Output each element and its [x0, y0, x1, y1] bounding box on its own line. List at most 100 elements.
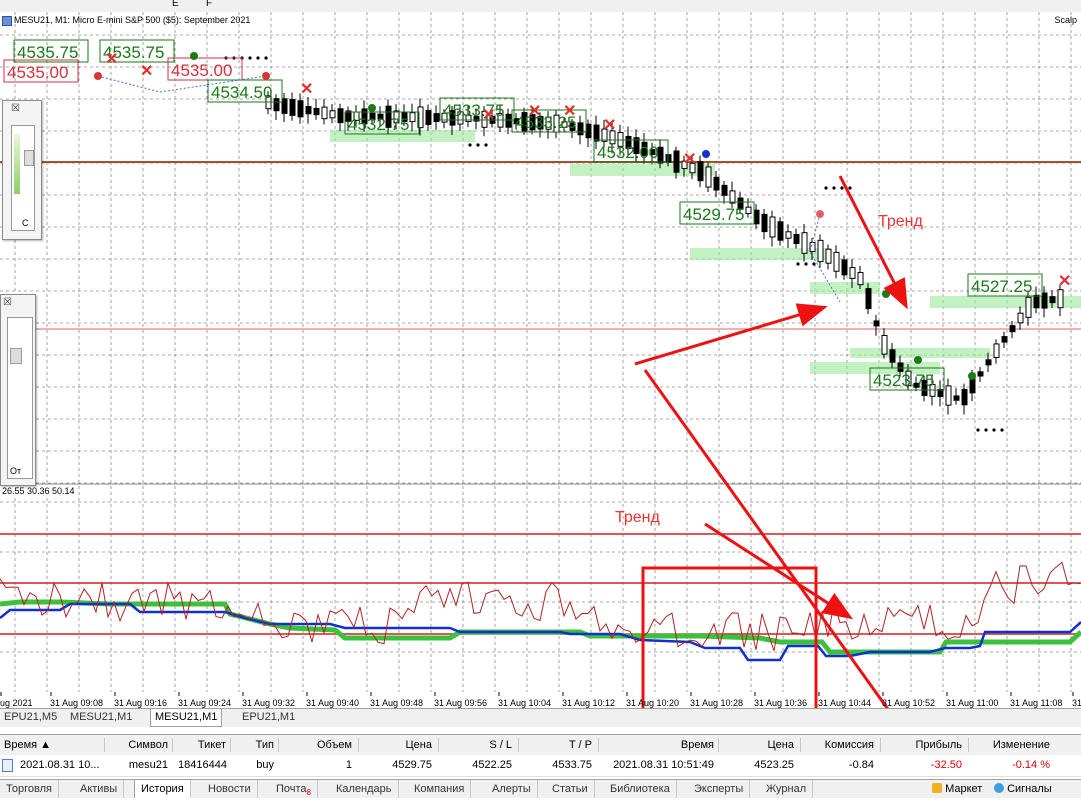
- market-button[interactable]: Маркет: [932, 780, 982, 798]
- price-label-text: 4535.75: [17, 43, 78, 62]
- tab-calendar[interactable]: Календарь: [330, 780, 399, 798]
- chart-title: MESU21, M1: Micro E-mini S&P 500 ($5): S…: [0, 12, 250, 28]
- cell-tp: 4533.75: [552, 759, 592, 771]
- floating-panel-top[interactable]: ☒ С: [2, 100, 42, 240]
- cell-ticket: 18416444: [178, 759, 227, 771]
- panel-truncated-label: От: [10, 466, 22, 476]
- candle: [761, 209, 768, 240]
- candle: [505, 108, 512, 135]
- tab-trade[interactable]: Торговля: [0, 780, 59, 798]
- panel-list[interactable]: С: [11, 125, 35, 231]
- column-header-close-time[interactable]: Время: [600, 735, 714, 755]
- tab-experts[interactable]: Эксперты: [688, 780, 751, 798]
- candle: [937, 380, 944, 407]
- candle: [321, 99, 328, 125]
- candle: [697, 155, 704, 188]
- expert-advisor-label: Scalp: [1054, 15, 1077, 25]
- price-label-box: 4529.75: [679, 201, 755, 225]
- panel-scrollbar-thumb[interactable]: [10, 348, 22, 364]
- chart-title-text: MESU21, M1: Micro E-mini S&P 500 ($5): S…: [14, 15, 251, 25]
- time-axis-label: 31 Aug 11:00: [946, 698, 998, 708]
- tab-news[interactable]: Новости: [202, 780, 258, 798]
- time-axis-label: 31 Aug 10:28: [690, 698, 743, 708]
- price-label-text: 4535.00: [7, 63, 68, 82]
- market-icon: [932, 783, 942, 793]
- signals-label: Сигналы: [1007, 783, 1052, 795]
- floating-panel-bottom[interactable]: ☒ От: [0, 294, 36, 486]
- tab-mail[interactable]: Почта8: [270, 780, 318, 798]
- price-chart[interactable]: 4535.75 4535.754535.00 4535.004534.504533.…: [0, 12, 1081, 708]
- candle: [785, 224, 792, 248]
- candle: [753, 204, 760, 230]
- column-header-type[interactable]: Тип: [232, 735, 274, 755]
- candle: [881, 328, 888, 359]
- candle: [281, 93, 288, 123]
- candle: [313, 98, 320, 120]
- cell-close-time: 2021.08.31 10:51:49: [613, 759, 714, 771]
- tab-articles[interactable]: Статьи: [546, 780, 595, 798]
- tab-mail-label: Почта: [276, 783, 307, 795]
- tab-epu21-m1[interactable]: EPU21,M1: [238, 709, 299, 726]
- column-header-symbol[interactable]: Символ: [106, 735, 168, 755]
- mail-badge: 8: [306, 788, 311, 798]
- column-header-price[interactable]: Цена: [360, 735, 432, 755]
- cell-symbol: mesu21: [128, 759, 168, 771]
- close-icon[interactable]: ☒: [3, 297, 12, 308]
- column-header-volume[interactable]: Объем: [280, 735, 352, 755]
- tab-journal[interactable]: Журнал: [760, 780, 814, 798]
- price-label-box: 4527.25: [967, 273, 1043, 297]
- column-header-commission[interactable]: Комиссия: [802, 735, 874, 755]
- close-icon[interactable]: ☒: [11, 103, 20, 114]
- svg-text:✕: ✕: [683, 151, 696, 168]
- tab-assets[interactable]: Активы: [74, 780, 125, 798]
- column-header-close-price[interactable]: Цена: [720, 735, 794, 755]
- candle: [705, 162, 712, 193]
- cell-sl: 4522.25: [472, 759, 512, 771]
- chart-symbol-icon: [2, 16, 12, 26]
- time-axis-label: 31 Aug 09:32: [242, 698, 295, 708]
- time-axis-label: 31 Aug 10:52: [882, 698, 935, 708]
- tab-history[interactable]: История: [134, 780, 191, 798]
- trend-label-top: Тренд: [878, 213, 924, 230]
- candle: [329, 104, 336, 124]
- panel-scrollbar-thumb[interactable]: [24, 150, 34, 166]
- cell-price: 4529.75: [392, 759, 432, 771]
- candle: [1009, 321, 1016, 339]
- svg-text:✕: ✕: [563, 103, 576, 120]
- column-header-tp[interactable]: T / P: [520, 735, 592, 755]
- time-axis-label: 31 Aug 10:44: [818, 698, 871, 708]
- candle: [721, 180, 728, 204]
- table-row[interactable]: 2021.08.31 10... mesu21 18416444 buy 1 4…: [0, 755, 1081, 777]
- column-header-profit[interactable]: Прибыль: [882, 735, 962, 755]
- tab-library[interactable]: Библиотека: [604, 780, 677, 798]
- deal-icon: [2, 755, 14, 775]
- toolbar-fragment-f[interactable]: F: [206, 0, 212, 9]
- tab-epu21-m5[interactable]: EPU21,M5: [0, 709, 61, 726]
- price-label-box: 4534.50: [207, 79, 283, 103]
- price-label-box: 4523.75: [869, 367, 945, 391]
- column-header-time[interactable]: Время ▲: [4, 735, 74, 755]
- column-header-sl[interactable]: S / L: [440, 735, 512, 755]
- tab-alerts[interactable]: Алерты: [486, 780, 538, 798]
- panel-list[interactable]: От: [7, 317, 33, 479]
- time-axis-label: 31 Aug 10:04: [498, 698, 551, 708]
- svg-text:✕: ✕: [140, 63, 153, 80]
- tab-mesu21-m1-active[interactable]: MESU21,M1: [150, 709, 223, 727]
- price-label-text: 4532.00: [597, 143, 658, 162]
- toolbar-fragment-e[interactable]: E: [172, 0, 179, 9]
- column-header-ticket[interactable]: Тикет: [174, 735, 226, 755]
- indicator-subwindow: [0, 533, 1081, 662]
- candle: [945, 378, 952, 415]
- panel-truncated-label: С: [22, 218, 29, 228]
- column-header-change[interactable]: Изменение: [970, 735, 1050, 755]
- candle: [337, 103, 344, 132]
- signals-button[interactable]: Сигналы: [994, 780, 1052, 798]
- chart-area[interactable]: 4535.75 4535.75 4535.00 4535.00 4534.50 4533.…: [0, 12, 1081, 708]
- tab-mesu21-m1[interactable]: MESU21,M1: [66, 709, 136, 726]
- price-label-box: 4533.75: [439, 97, 515, 121]
- price-label-box: 4532.75: [344, 111, 420, 135]
- candle: [993, 339, 1000, 364]
- tab-company[interactable]: Компания: [408, 780, 472, 798]
- signals-icon: [994, 783, 1004, 793]
- terminal-tabs-bar: Торговля Активы История Новости Почта8 К…: [0, 779, 1081, 798]
